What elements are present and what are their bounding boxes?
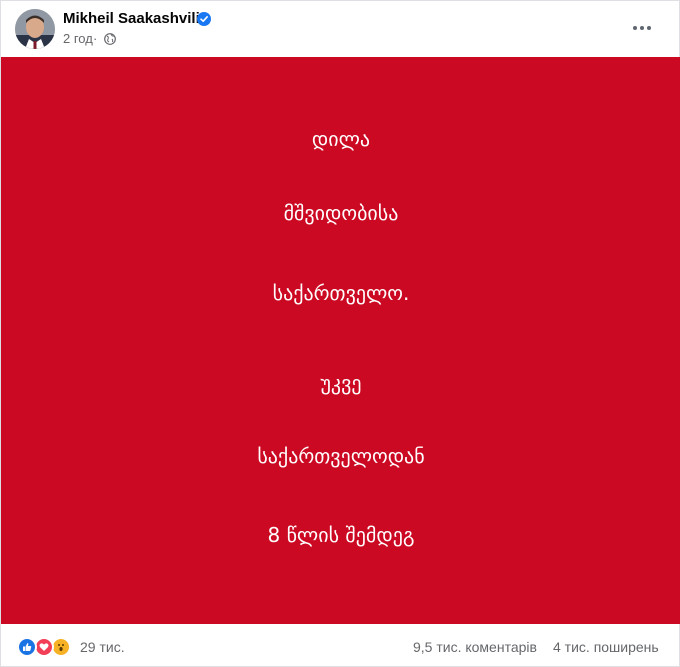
avatar[interactable] — [15, 9, 55, 49]
reactions-count[interactable]: 29 тис. — [80, 639, 125, 655]
post-header: Mikheil Saakashvili 2 год · — [1, 1, 680, 57]
like-reaction-icon — [17, 637, 37, 657]
image-text-line-2: მშვიდობისა — [283, 201, 399, 225]
image-text-line-1: დილა — [311, 127, 371, 151]
more-options-icon[interactable] — [627, 13, 657, 43]
separator-dot: · — [93, 31, 98, 46]
image-text-line-5: საქართველოდან — [257, 444, 425, 468]
shares-count[interactable]: 4 тис. поширень — [553, 639, 659, 655]
post-timestamp[interactable]: 2 год — [63, 31, 93, 46]
image-text-line-3: საქართველო. — [272, 281, 410, 305]
post-footer: 29 тис. 9,5 тис. коментарів 4 тис. пошир… — [1, 624, 680, 667]
verified-badge-icon — [197, 12, 211, 26]
image-text-line-4: უკვე — [320, 371, 362, 395]
comments-count[interactable]: 9,5 тис. коментарів — [413, 639, 537, 655]
globe-icon — [104, 33, 116, 45]
love-reaction-icon — [34, 637, 54, 657]
facebook-post: Mikheil Saakashvili 2 год · დილა მშვიდობ… — [0, 0, 680, 667]
wow-reaction-icon — [51, 637, 71, 657]
image-text-line-6: 8 წლის შემდეგ — [267, 523, 415, 547]
post-image[interactable]: დილა მშვიდობისა საქართველო. უკვე საქართვ… — [1, 57, 680, 624]
author-name[interactable]: Mikheil Saakashvili — [63, 10, 200, 27]
reactions-summary[interactable] — [17, 637, 77, 657]
